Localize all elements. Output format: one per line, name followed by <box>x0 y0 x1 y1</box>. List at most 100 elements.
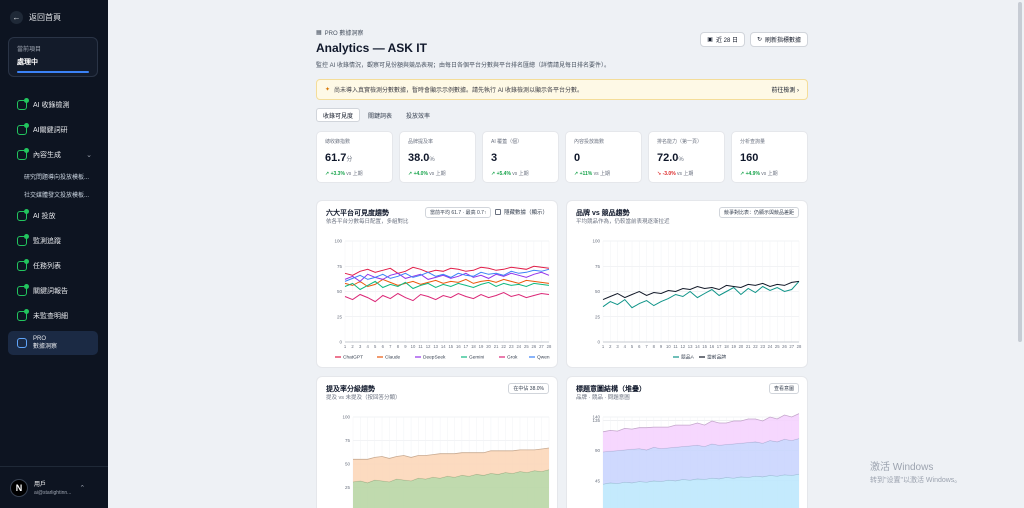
kpi-value: 3 <box>491 152 498 164</box>
project-card[interactable]: 當前項目 處理中 <box>8 37 98 77</box>
sidebar-item-pro-insights[interactable]: PRO 數據洞察 <box>8 331 98 355</box>
kpi-value-row: 38.0% <box>408 152 467 164</box>
kpi-delta-row: ↘ -3.0% vs 上期 <box>657 170 716 177</box>
send-icon <box>17 208 29 221</box>
y-tick-label: 25 <box>595 314 601 319</box>
x-tick-label: 12 <box>681 344 686 349</box>
kpi-delta-suffix: vs 上期 <box>512 171 529 177</box>
sidebar-subitem-social-template[interactable]: 社交媒體發文投放模板... <box>0 185 108 203</box>
kpi-delta: ↘ -3.0% <box>657 171 676 177</box>
go-detect-link[interactable]: 前往檢測 › <box>771 85 799 94</box>
user-menu[interactable]: N 用戶 ai@starlightinn... ⌃ <box>0 466 108 508</box>
date-range-button[interactable]: ▣ 近 28 日 <box>700 32 745 47</box>
sidebar-item-label: 未監查明細 <box>33 312 68 320</box>
x-tick-label: 17 <box>717 344 722 349</box>
eyebrow-label: PRO 數據洞察 <box>324 31 364 37</box>
x-tick-label: 11 <box>418 344 423 349</box>
x-tick-label: 13 <box>688 344 693 349</box>
sidebar-item-tasks[interactable]: 任務列表 <box>0 253 108 278</box>
legend-label: Qwen <box>537 355 550 361</box>
kpi-row: 總收錄指數 61.7分 ↗ +3.3% vs 上期 品牌提及率 38.0% ↗ +4.0%… <box>316 131 808 183</box>
legend-label: 當前品牌 <box>707 354 726 361</box>
kpi-value: 38.0 <box>408 152 430 164</box>
x-tick-label: 17 <box>464 344 469 349</box>
header-actions: ▣ 近 28 日 ↻ 刷新指標數據 <box>700 32 808 47</box>
tab-keywords[interactable]: 關鍵詞表 <box>362 108 398 122</box>
x-tick-label: 1 <box>602 344 605 349</box>
legend-label: DeepSeek <box>423 355 446 361</box>
kpi-value-row: 61.7分 <box>325 152 384 164</box>
kpi-delta-row: ↗ +4.9% vs 上期 <box>740 170 799 177</box>
kpi-label: 排名能力（第一頁） <box>657 139 703 145</box>
kpi-card: AI 覆蓋（個） 3 ↗ +5.4% vs 上期 <box>482 131 559 183</box>
sidebar-item-content-gen[interactable]: 內容生成 ⌄ <box>0 142 108 167</box>
x-tick-label: 25 <box>524 344 529 349</box>
x-tick-label: 16 <box>456 344 461 349</box>
sidebar-item-unchecked[interactable]: 未監查明細 <box>0 303 108 328</box>
insights-icon <box>17 338 27 348</box>
sidebar-item-ai-deploy[interactable]: AI 投放 <box>0 203 108 228</box>
x-tick-label: 9 <box>660 344 663 349</box>
y-tick-label: 45 <box>595 478 601 483</box>
platform-trend-panel: 六大平台可見度趨勢 依各平台分數每日配置，多組對比 當前平均 61.7 · 最高… <box>316 200 558 368</box>
kpi-delta-row: ↗ +4.0% vs 上期 <box>408 170 467 177</box>
x-tick-label: 27 <box>789 344 794 349</box>
kpi-label: AI 覆蓋（個） <box>491 139 523 145</box>
page-scrollbar[interactable] <box>1018 2 1022 342</box>
y-tick-label: 140 <box>592 415 600 420</box>
lightbulb-icon: ✦ <box>325 87 331 93</box>
intent-structure-chart: 04590135140 <box>592 413 800 508</box>
x-tick-label: 10 <box>411 344 416 349</box>
tab-efficiency[interactable]: 投放效率 <box>400 108 436 122</box>
x-tick-label: 3 <box>616 344 619 349</box>
x-tick-label: 23 <box>509 344 514 349</box>
kpi-unit: % <box>678 157 684 163</box>
brand-competitor-chart: 02550751001 2 3 4 5 6 7 8 9 10 11 12 13 14 15 16 17 18 19 2… <box>592 239 802 361</box>
x-tick-label: 23 <box>760 344 765 349</box>
kpi-value-row: 3 <box>491 152 550 164</box>
x-tick-label: 25 <box>775 344 780 349</box>
brand-vs-competitor-panel: 品牌 vs 競品趨勢 平均競品作為，仍較當前表現逐漸拉近 競爭對比表：仍顯示與競… <box>566 200 808 368</box>
sidebar-item-label: 內容生成 <box>33 151 61 159</box>
kpi-label: 分析查詢量 <box>740 139 766 145</box>
y-tick-label: 90 <box>595 448 601 453</box>
kpi-delta: ↗ +5.4% <box>491 171 511 177</box>
clipboard-icon <box>17 308 29 321</box>
sidebar-item-keyword-report[interactable]: 關鍵詞報告 <box>0 278 108 303</box>
x-tick-label: 6 <box>382 344 385 349</box>
chevron-up-icon: ⌃ <box>79 484 86 492</box>
sidebar-item-monitoring[interactable]: 監測追蹤 <box>0 228 108 253</box>
kpi-value-row: 160 <box>740 152 799 164</box>
legend-label: 競品A <box>681 354 695 361</box>
x-tick-label: 2 <box>609 344 612 349</box>
sidebar-item-badge: PRO <box>33 336 47 342</box>
back-home-button[interactable]: ← 返回首頁 <box>10 11 61 24</box>
y-tick-label: 0 <box>339 340 342 345</box>
kpi-card: 內容投放篇數 0 ↗ +11% vs 上期 <box>565 131 642 183</box>
x-tick-label: 22 <box>501 344 506 349</box>
sidebar-item-label: 數據洞察 <box>33 344 58 350</box>
calendar-icon: ▣ <box>707 37 713 43</box>
project-status: 處理中 <box>17 59 38 66</box>
x-tick-label: 18 <box>724 344 729 349</box>
refresh-button[interactable]: ↻ 刷新指標數據 <box>749 32 808 47</box>
kpi-delta: ↗ +4.0% <box>408 171 428 177</box>
kpi-value: 160 <box>740 152 759 164</box>
sidebar-item-ai-index-check[interactable]: AI 收錄檢測 <box>0 92 108 117</box>
kpi-delta-suffix: vs 上期 <box>761 171 778 177</box>
tab-visibility[interactable]: 收錄可見度 <box>316 108 361 122</box>
chart-icon <box>17 233 29 246</box>
kpi-delta-suffix: vs 上期 <box>593 171 611 177</box>
x-tick-label: 24 <box>768 344 773 349</box>
sidebar-item-label: 監測追蹤 <box>33 237 61 245</box>
kpi-label: 總收錄指數 <box>325 139 351 145</box>
sidebar-subitem-question-template[interactable]: 研究問題導向投放模板... <box>0 167 108 185</box>
kpi-delta: ↗ +11% <box>574 171 593 177</box>
y-tick-label: 75 <box>595 264 601 269</box>
refresh-icon: ↻ <box>756 37 762 43</box>
y-tick-label: 100 <box>342 415 350 420</box>
user-email: ai@starlightinn... <box>34 490 72 496</box>
mention-rate-panel: 提及率分級趨勢 提及 vs 未提及（按回答分類） 在中佔 38.0% 02550… <box>316 376 558 508</box>
sidebar-item-ai-keywords[interactable]: AI關鍵詞研 <box>0 117 108 142</box>
x-tick-label: 3 <box>359 344 362 349</box>
